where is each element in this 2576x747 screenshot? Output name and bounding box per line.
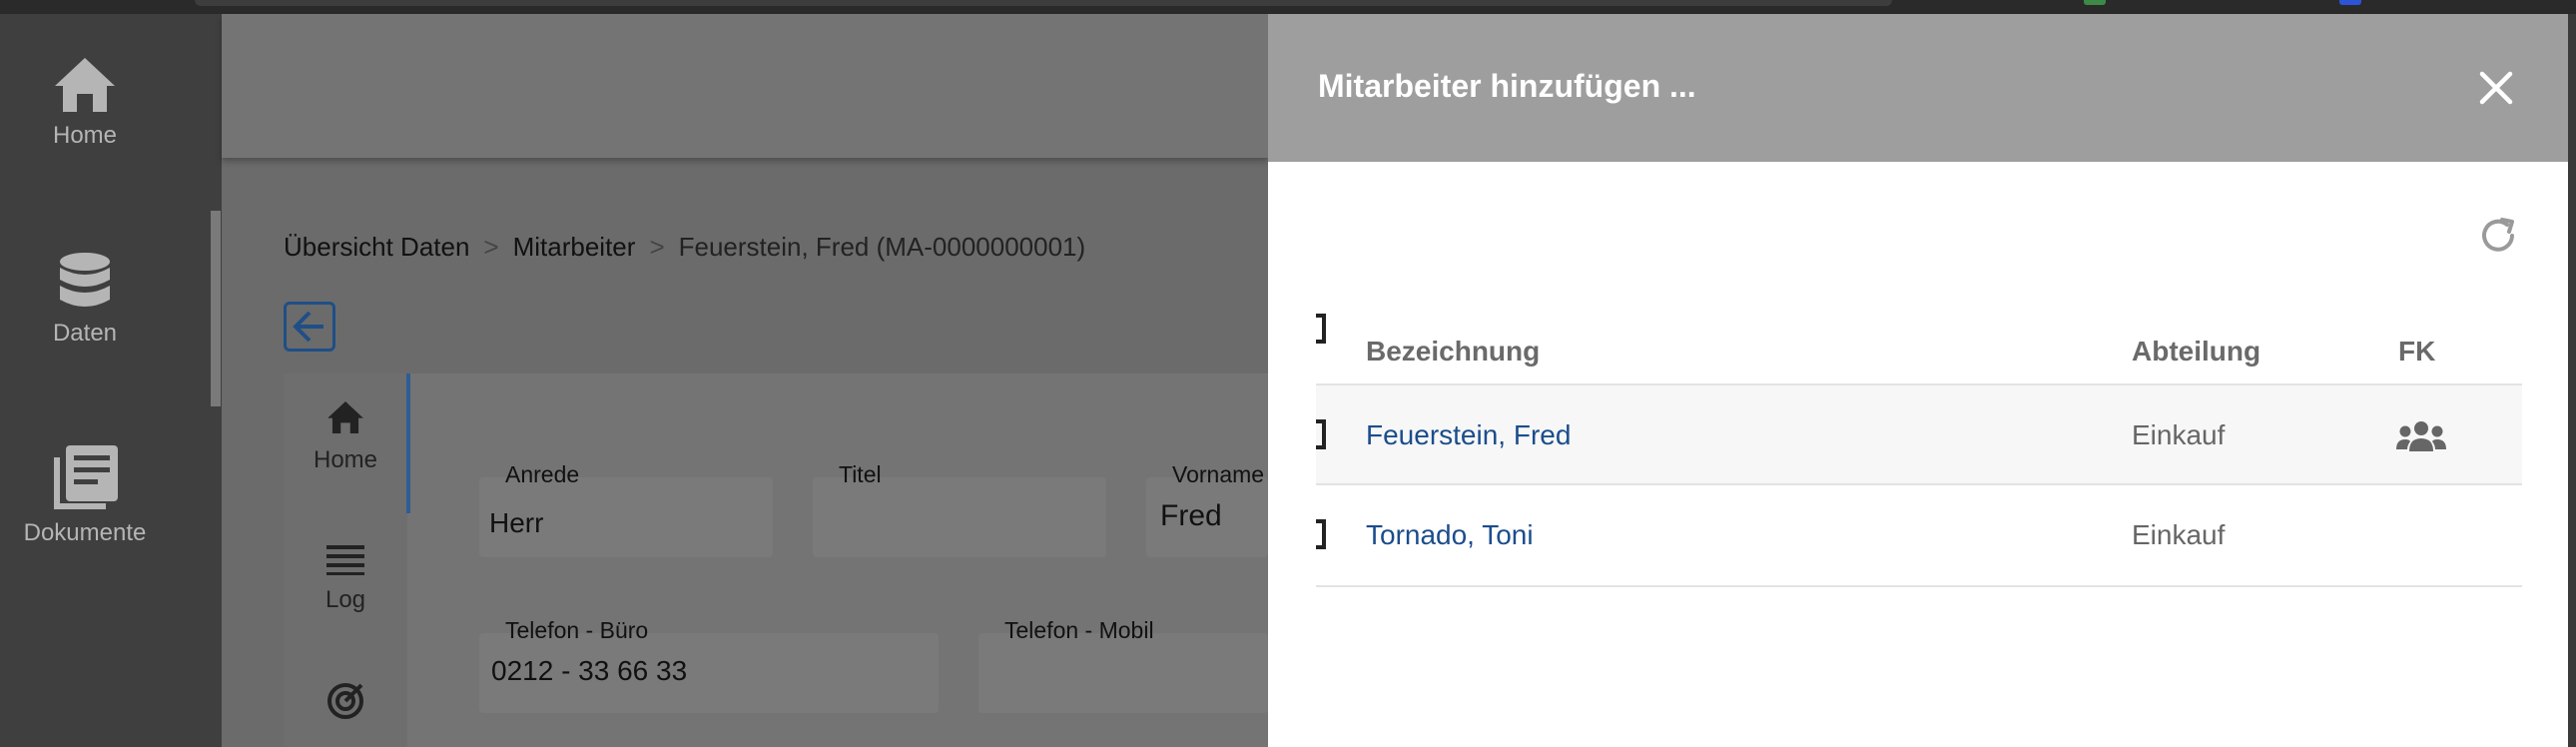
sidebar-item-label: Daten — [52, 320, 118, 347]
home-icon — [327, 400, 363, 434]
sidebar-scrollbar[interactable] — [211, 211, 221, 406]
target-icon — [327, 683, 363, 719]
breadcrumb-item[interactable]: Übersicht Daten — [284, 232, 469, 262]
sidebar-item-home[interactable]: Home — [0, 56, 170, 150]
breadcrumb-separator: > — [649, 232, 665, 262]
vorname-label: Vorname — [1172, 461, 1265, 487]
close-icon — [2479, 71, 2513, 105]
sidebar-item-daten[interactable]: Daten — [0, 252, 170, 348]
table-row[interactable]: Tornado, Toni Einkauf — [1316, 485, 2522, 587]
column-header-fk[interactable]: FK — [2398, 336, 2435, 368]
detail-nav-target[interactable] — [284, 681, 407, 726]
row-checkbox[interactable] — [1316, 519, 1326, 549]
drawer-header: Mitarbeiter hinzufügen ... — [1268, 14, 2568, 162]
app-sidebar: Home Daten Dokumente — [0, 14, 222, 747]
vorname-value: Fred — [1160, 499, 1222, 532]
telefon-mobil-label: Telefon - Mobil — [1004, 617, 1154, 643]
anrede-value: Herr — [489, 507, 544, 538]
select-all-checkbox[interactable] — [1316, 314, 1326, 344]
browser-top-strip — [0, 0, 2576, 14]
detail-nav-label: Home — [313, 446, 378, 473]
employee-name-link[interactable]: Tornado, Toni — [1366, 519, 1534, 551]
breadcrumb-item[interactable]: Mitarbeiter — [513, 232, 636, 262]
back-button[interactable] — [284, 302, 335, 352]
arrow-left-icon — [293, 311, 323, 343]
employee-department: Einkauf — [2132, 519, 2226, 550]
refresh-icon — [2482, 218, 2514, 252]
breadcrumb-separator: > — [483, 232, 499, 262]
telefon-mobil-field[interactable] — [978, 633, 1268, 713]
telefon-buero-value: 0212 - 33 66 33 — [491, 655, 688, 686]
row-checkbox[interactable] — [1316, 419, 1326, 449]
breadcrumb: Übersicht Daten > Mitarbeiter > Feuerstein, … — [284, 232, 1085, 263]
table-row[interactable]: Feuerstein, Fred Einkauf — [1316, 383, 2522, 485]
database-icon — [60, 253, 110, 307]
close-button[interactable] — [2474, 66, 2518, 110]
anrede-label: Anrede — [505, 461, 580, 487]
titel-field[interactable] — [813, 477, 1106, 557]
column-header-bezeichnung[interactable]: Bezeichnung — [1366, 336, 1540, 368]
main-header — [222, 14, 1268, 158]
window-edge — [2568, 14, 2576, 747]
employee-department: Einkauf — [2132, 419, 2226, 450]
employee-name-link[interactable]: Feuerstein, Fred — [1366, 419, 1571, 451]
detail-nav-label: Log — [324, 586, 366, 613]
titel-label: Titel — [839, 461, 882, 487]
column-header-abteilung[interactable]: Abteilung — [2132, 336, 2260, 368]
documents-icon — [54, 445, 118, 509]
extension-icon — [2339, 0, 2361, 5]
home-icon — [55, 58, 115, 112]
detail-nav-home[interactable]: Home — [284, 399, 407, 474]
breadcrumb-current: Feuerstein, Fred (MA-0000000001) — [678, 232, 1086, 262]
sidebar-item-label: Dokumente — [23, 519, 147, 546]
main-content-dimmed: Übersicht Daten > Mitarbeiter > Feuerstein, … — [222, 14, 1268, 747]
telefon-buero-label: Telefon - Büro — [505, 617, 649, 643]
address-bar — [195, 0, 1892, 6]
list-icon — [326, 545, 364, 575]
detail-nav: Home Log — [284, 374, 410, 747]
drawer-title: Mitarbeiter hinzufügen ... — [1318, 68, 1696, 104]
users-icon — [2396, 421, 2446, 451]
add-employee-drawer: Mitarbeiter hinzufügen ... Bezeichnung A… — [1268, 14, 2568, 747]
sidebar-item-label: Home — [52, 122, 118, 149]
sidebar-item-dokumente[interactable]: Dokumente — [0, 443, 170, 547]
detail-nav-log[interactable]: Log — [284, 543, 407, 614]
refresh-button[interactable] — [2476, 214, 2520, 258]
extension-icon — [2084, 0, 2106, 5]
